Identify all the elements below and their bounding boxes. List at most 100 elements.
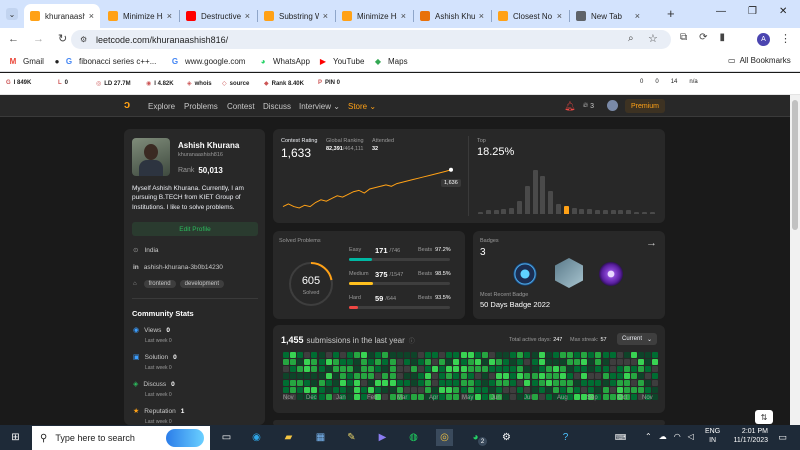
- heatmap-cell[interactable]: [311, 366, 318, 372]
- heatmap-cell[interactable]: [382, 352, 389, 358]
- spotify-icon[interactable]: ◍: [405, 429, 422, 446]
- heatmap-cell[interactable]: [531, 359, 538, 365]
- tab-close-icon[interactable]: ×: [631, 11, 640, 21]
- heatmap-cell[interactable]: [588, 380, 595, 386]
- heatmap-cell[interactable]: [318, 352, 325, 358]
- heatmap-cell[interactable]: [375, 380, 382, 386]
- badge-icon[interactable]: [513, 262, 537, 286]
- histogram-bar[interactable]: [548, 191, 554, 214]
- heatmap-cell[interactable]: [354, 366, 360, 372]
- heatmap-cell[interactable]: [361, 380, 368, 386]
- heatmap-cell[interactable]: [638, 359, 644, 365]
- heatmap-cell[interactable]: [588, 352, 595, 358]
- heatmap-cell[interactable]: [595, 387, 602, 393]
- heatmap-cell[interactable]: [460, 373, 467, 379]
- heatmap-cell[interactable]: [623, 366, 630, 372]
- task-view-icon[interactable]: ▭: [218, 429, 235, 446]
- sync-icon[interactable]: ⟳: [699, 32, 707, 43]
- heatmap-cell[interactable]: [474, 359, 481, 365]
- heatmap-cell[interactable]: [439, 380, 446, 386]
- heatmap-cell[interactable]: [382, 366, 389, 372]
- histogram-bar[interactable]: [579, 208, 585, 214]
- heatmap-cell[interactable]: [517, 359, 524, 365]
- page-scrollbar[interactable]: [790, 95, 800, 425]
- histogram-bar[interactable]: [610, 210, 616, 214]
- heatmap-cell[interactable]: [346, 359, 353, 365]
- heatmap-cell[interactable]: [488, 373, 495, 379]
- heatmap-cell[interactable]: [368, 373, 375, 379]
- heatmap-cell[interactable]: [545, 394, 552, 400]
- heatmap-cell[interactable]: [531, 352, 538, 358]
- heatmap-cell[interactable]: [410, 359, 417, 365]
- heatmap-cell[interactable]: [496, 352, 502, 358]
- heatmap-cell[interactable]: [318, 380, 325, 386]
- heatmap-cell[interactable]: [574, 352, 581, 358]
- bookmark-item[interactable]: ◕ WhatsApp: [258, 56, 310, 66]
- heatmap-cell[interactable]: [325, 380, 332, 386]
- seo-stat[interactable]: ◉ I 4.82K: [146, 80, 174, 88]
- heatmap-cell[interactable]: [645, 359, 652, 365]
- heatmap-cell[interactable]: [425, 373, 431, 379]
- heatmap-cell[interactable]: [460, 352, 467, 358]
- heatmap-cell[interactable]: [417, 394, 424, 400]
- heatmap-cell[interactable]: [552, 387, 559, 393]
- histogram-bar[interactable]: [634, 211, 639, 214]
- heatmap-cell[interactable]: [559, 380, 566, 386]
- heatmap-cell[interactable]: [510, 352, 517, 358]
- heatmap-cell[interactable]: [396, 359, 403, 365]
- help-icon[interactable]: ?: [557, 429, 574, 446]
- heatmap-cell[interactable]: [417, 352, 424, 358]
- heatmap-cell[interactable]: [453, 352, 460, 358]
- heatmap-cell[interactable]: [602, 380, 609, 386]
- heatmap-cell[interactable]: [630, 373, 637, 379]
- heatmap-cell[interactable]: [460, 387, 467, 393]
- bookmark-star-icon[interactable]: ☆: [648, 32, 658, 45]
- heatmap-cell[interactable]: [304, 359, 311, 365]
- heatmap-cell[interactable]: [389, 366, 396, 372]
- heatmap-cell[interactable]: [439, 373, 446, 379]
- heatmap-cell[interactable]: [467, 387, 474, 393]
- heatmap-cell[interactable]: [567, 373, 573, 379]
- heatmap-cell[interactable]: [446, 373, 453, 379]
- heatmap-cell[interactable]: [396, 387, 403, 393]
- heatmap-cell[interactable]: [453, 394, 460, 400]
- heatmap-cell[interactable]: [574, 394, 581, 400]
- heatmap-cell[interactable]: [609, 366, 616, 372]
- histogram-bar[interactable]: [493, 210, 499, 214]
- heatmap-cell[interactable]: [332, 359, 339, 365]
- heatmap-cell[interactable]: [368, 387, 375, 393]
- heatmap-cell[interactable]: [602, 373, 609, 379]
- heatmap-cell[interactable]: [616, 387, 623, 393]
- heatmap-cell[interactable]: [460, 380, 467, 386]
- nav-link[interactable]: Explore: [148, 102, 175, 111]
- heatmap-cell[interactable]: [545, 359, 552, 365]
- heatmap-cell[interactable]: [297, 380, 304, 386]
- heatmap-cell[interactable]: [602, 394, 609, 400]
- heatmap-cell[interactable]: [510, 380, 517, 386]
- heatmap-cell[interactable]: [630, 359, 637, 365]
- edit-profile-button[interactable]: Edit Profile: [132, 222, 258, 236]
- heatmap-cell[interactable]: [638, 373, 644, 379]
- heatmap-cell[interactable]: [382, 387, 389, 393]
- seo-stat[interactable]: ◈ whois: [187, 80, 212, 88]
- heatmap-cell[interactable]: [311, 387, 318, 393]
- heatmap-cell[interactable]: [524, 380, 531, 386]
- heatmap-cell[interactable]: [332, 380, 339, 386]
- heatmap-cell[interactable]: [474, 394, 481, 400]
- heatmap-cell[interactable]: [481, 366, 488, 372]
- heatmap-cell[interactable]: [354, 380, 360, 386]
- histogram-bar[interactable]: [618, 210, 624, 214]
- heatmap-cell[interactable]: [446, 394, 453, 400]
- heatmap-cell[interactable]: [417, 387, 424, 393]
- heatmap-cell[interactable]: [638, 380, 644, 386]
- heatmap-cell[interactable]: [283, 359, 289, 365]
- nav-link[interactable]: Contest: [227, 102, 255, 111]
- heatmap-cell[interactable]: [595, 352, 602, 358]
- histogram-bar[interactable]: [532, 170, 538, 214]
- heatmap-cell[interactable]: [602, 387, 609, 393]
- heatmap-cell[interactable]: [467, 359, 474, 365]
- heatmap-cell[interactable]: [645, 387, 652, 393]
- heatmap-cell[interactable]: [609, 352, 616, 358]
- histogram-bar[interactable]: [540, 176, 546, 214]
- heatmap-cell[interactable]: [630, 380, 637, 386]
